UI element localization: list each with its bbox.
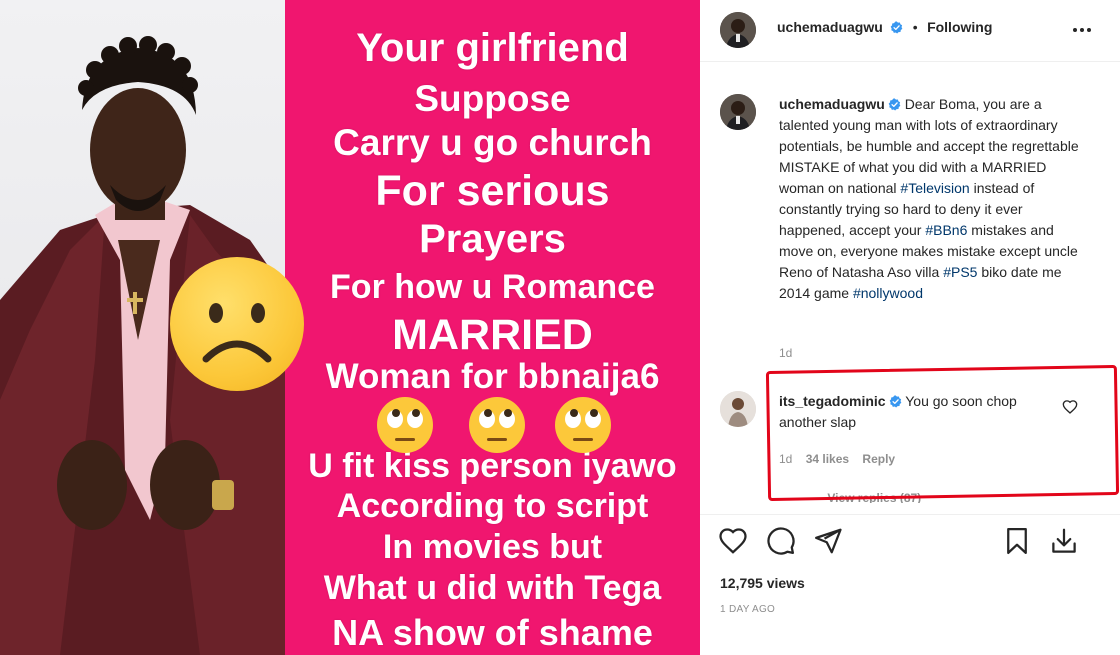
verified-badge-icon — [888, 98, 901, 111]
meme-line: Your girlfriend — [356, 26, 629, 70]
meme-line: NA show of shame — [332, 612, 653, 653]
header-author-line: uchemaduagwu • Following — [777, 19, 992, 37]
hashtag-link[interactable]: #nollywood — [853, 285, 923, 301]
meme-line: Carry u go church — [333, 122, 652, 163]
post-details-panel: uchemaduagwu • Following uchemaduagwu De… — [700, 0, 1120, 655]
author-avatar[interactable] — [720, 12, 756, 48]
share-direct-icon[interactable] — [813, 526, 843, 556]
comment-bubble-icon[interactable] — [766, 526, 796, 556]
following-button[interactable]: Following — [927, 19, 992, 35]
hashtag-link[interactable]: #BBn6 — [925, 222, 967, 238]
more-options-icon[interactable] — [1070, 20, 1094, 40]
caption-timestamp: 1d — [779, 346, 793, 360]
post-media[interactable]: Your girlfriend Suppose Carry u go churc… — [0, 0, 700, 655]
post-actions-bar: 12,795 views 1 DAY AGO — [700, 514, 1120, 655]
post-header: uchemaduagwu • Following — [700, 0, 1120, 62]
meme-line: Suppose — [414, 78, 571, 119]
meme-line: Woman for bbnaija6 — [325, 357, 660, 396]
separator-dot: • — [912, 19, 918, 35]
views-count[interactable]: 12,795 views — [720, 575, 805, 591]
meme-line: What u did with Tega — [323, 569, 662, 607]
frowning-face-emoji-icon — [170, 257, 304, 391]
caption-author-avatar[interactable] — [720, 94, 756, 130]
meme-line: For how u Romance — [330, 268, 655, 306]
like-heart-icon[interactable] — [718, 526, 748, 556]
author-username[interactable]: uchemaduagwu — [777, 19, 883, 35]
meme-line: MARRIED — [392, 311, 593, 359]
eye-roll-emoji-icon — [377, 397, 433, 453]
download-icon[interactable] — [1049, 526, 1079, 556]
save-bookmark-icon[interactable] — [1002, 526, 1032, 556]
eye-roll-emoji-icon — [555, 397, 611, 453]
meme-line: Prayers — [419, 217, 566, 261]
caption-author-username[interactable]: uchemaduagwu — [779, 96, 885, 112]
eye-roll-emoji-icon — [469, 397, 525, 453]
meme-line: For serious — [375, 167, 610, 215]
meme-line: In movies but — [382, 528, 603, 566]
eye-roll-emoji-row — [377, 397, 611, 453]
meme-line: According to script — [336, 487, 649, 525]
hashtag-link[interactable]: #Television — [900, 180, 969, 196]
verified-badge-icon — [890, 21, 903, 34]
hashtag-link[interactable]: #PS5 — [943, 264, 977, 280]
highlight-annotation-box — [765, 364, 1120, 502]
commenter-avatar[interactable] — [720, 391, 756, 427]
post-caption: uchemaduagwu Dear Boma, you are a talent… — [779, 94, 1089, 304]
meme-text-card: Your girlfriend Suppose Carry u go churc… — [285, 0, 700, 655]
post-timestamp: 1 DAY AGO — [720, 604, 776, 615]
